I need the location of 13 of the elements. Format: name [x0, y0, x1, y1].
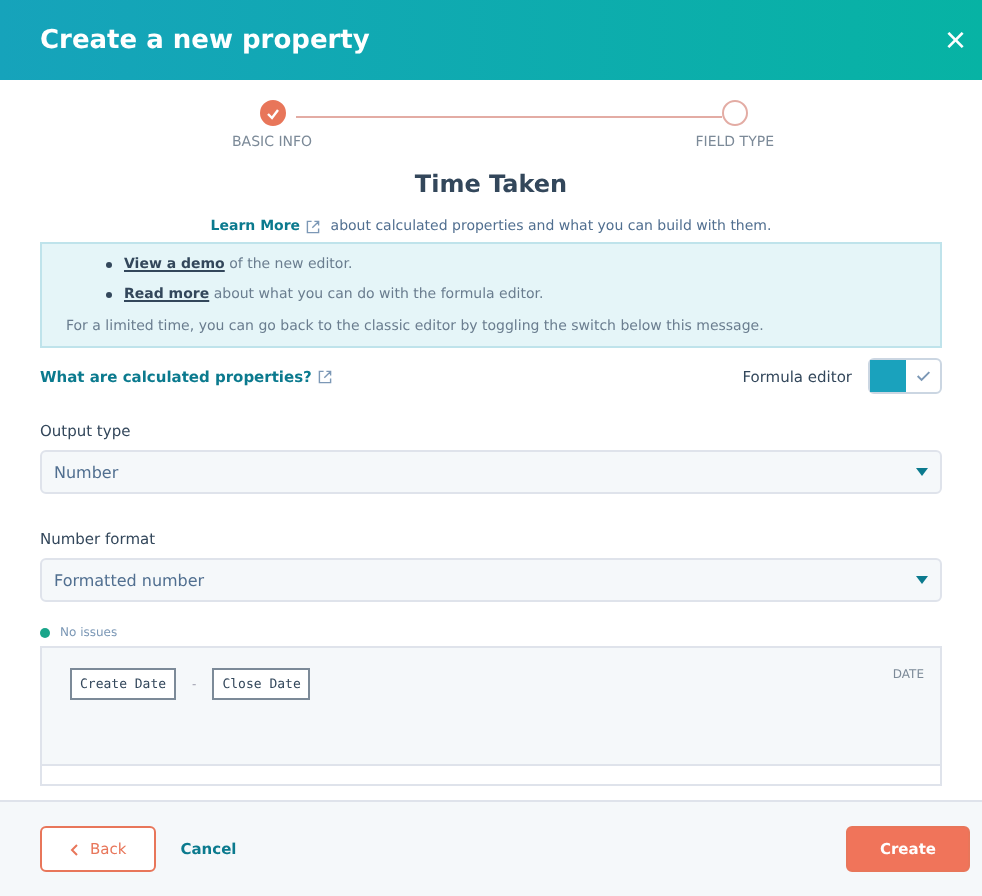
dialog-title: Create a new property [40, 25, 370, 55]
close-button[interactable]: × [944, 19, 966, 61]
external-link-icon [306, 219, 321, 234]
caret-icon [916, 576, 928, 584]
chevron-left-icon [70, 843, 78, 855]
dropdown-field[interactable]: Formatted number [40, 558, 942, 602]
caret-icon [916, 468, 928, 476]
dropdown-field[interactable]: Number [40, 450, 942, 494]
property-name: Time Taken [412, 170, 570, 198]
bullet-icon [106, 261, 112, 267]
external-link-icon [317, 369, 332, 383]
bullet-icon [106, 291, 112, 297]
formula-editor-toggle[interactable] [868, 358, 942, 394]
